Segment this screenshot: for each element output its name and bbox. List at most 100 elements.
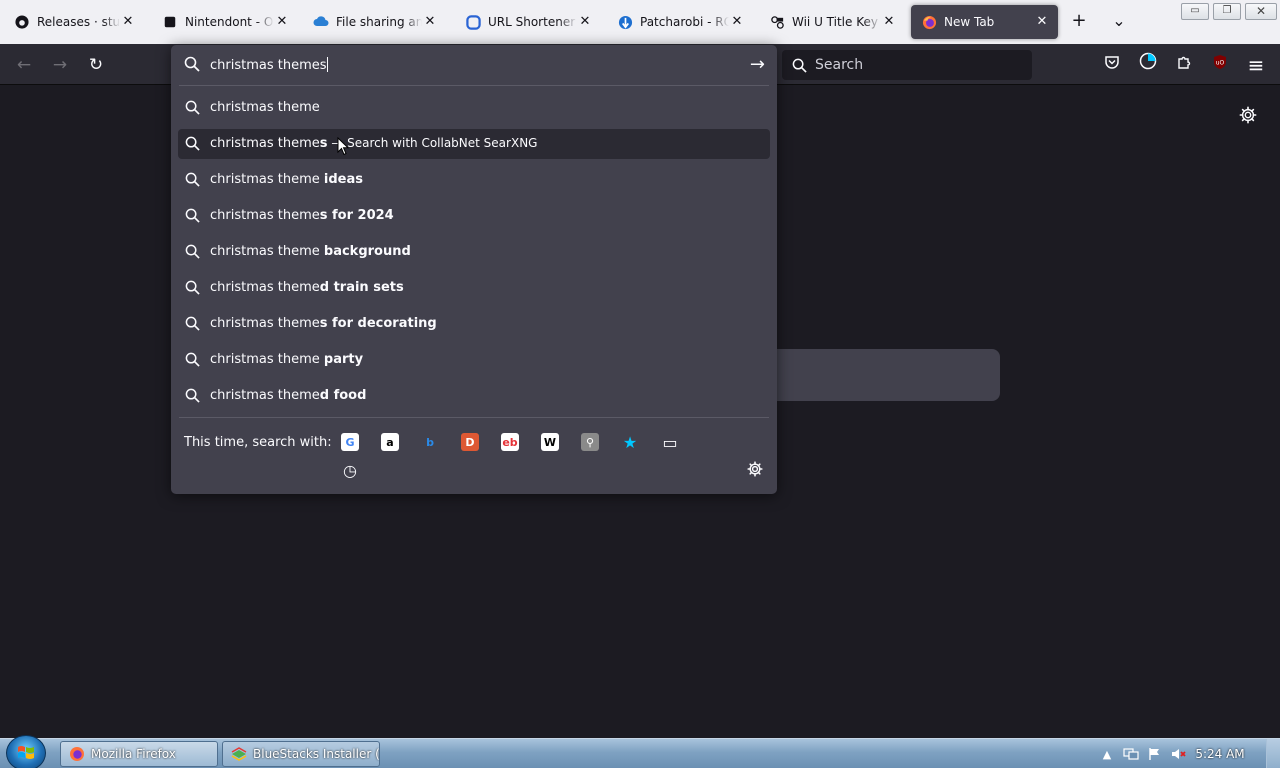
puzzle-icon xyxy=(1178,56,1191,69)
divider xyxy=(179,417,769,418)
app-menu-button[interactable]: ≡ xyxy=(1243,52,1269,78)
suggestion-completion-text: d train sets xyxy=(319,280,404,295)
suggestion-row[interactable]: christmas themes for 2024 xyxy=(178,201,770,231)
tab-url-shortener[interactable]: URL Shortener ✕ xyxy=(455,5,601,39)
suggestion-completion-text: s for decorating xyxy=(319,316,437,331)
firefox-icon xyxy=(69,746,85,762)
tab-title: New Tab xyxy=(944,15,995,29)
newtab-settings-gear-icon[interactable] xyxy=(1239,106,1259,126)
back-button[interactable]: ← xyxy=(11,52,37,78)
wikipedia-engine-icon[interactable]: W xyxy=(541,433,559,451)
tab-close-button[interactable]: ✕ xyxy=(120,14,136,30)
suggestion-completion-text: background xyxy=(323,244,411,259)
suggestion-row[interactable]: christmas theme background xyxy=(178,237,770,267)
suggestion-completion-text: ideas xyxy=(323,172,363,187)
ublock-origin-button[interactable]: uO xyxy=(1207,52,1233,78)
search-icon xyxy=(185,316,200,331)
search-icon xyxy=(185,172,200,187)
suggestion-text: christmas themed food xyxy=(210,388,366,403)
tab-file-sharing[interactable]: File sharing and st ✕ xyxy=(303,5,446,39)
suggestion-row[interactable]: christmas theme party xyxy=(178,345,770,375)
suggestion-completion-text: party xyxy=(323,352,364,367)
action-center-flag-icon[interactable] xyxy=(1146,745,1164,763)
go-button[interactable]: → xyxy=(750,54,765,76)
suggestion-typed-text: christmas theme xyxy=(210,244,324,259)
system-tray: ▲ xyxy=(1098,745,1188,763)
tab-close-button[interactable]: ✕ xyxy=(1034,14,1050,30)
tab-close-button[interactable]: ✕ xyxy=(577,14,593,30)
taskbar-clock[interactable]: 5:24 AM xyxy=(1190,747,1250,761)
url-shortener-icon xyxy=(465,14,481,30)
search-icon xyxy=(185,280,200,295)
restore-button[interactable]: ❐ xyxy=(1213,3,1241,20)
suggestion-row[interactable]: christmas themed food xyxy=(178,381,770,411)
suggestion-text: christmas themed train sets xyxy=(210,280,404,295)
pocket-icon xyxy=(1105,56,1119,69)
suggestion-row[interactable]: christmas themes for decorating xyxy=(178,309,770,339)
taskbar-item-bluestacks[interactable]: BlueStacks Installer (... xyxy=(222,741,380,767)
mouse-pointer-icon xyxy=(337,137,349,156)
searxng-engine-icon[interactable]: ⚲ xyxy=(581,433,599,451)
suggestion-typed-text: christmas theme xyxy=(210,316,320,331)
tab-nintendont[interactable]: Nintendont - Ope ✕ xyxy=(152,5,298,39)
forward-button[interactable]: → xyxy=(47,52,73,78)
show-desktop-button[interactable] xyxy=(1266,739,1280,768)
tab-close-button[interactable]: ✕ xyxy=(729,14,745,30)
oneoff-search-label: This time, search with: xyxy=(184,435,332,450)
bing-engine-icon[interactable]: b xyxy=(421,433,439,451)
bookmarks-icon[interactable]: ★ xyxy=(621,433,639,452)
search-bar[interactable]: Search xyxy=(782,50,1032,80)
list-all-tabs-button[interactable]: ⌄ xyxy=(1107,10,1131,34)
suggestion-typed-text: christmas theme xyxy=(210,100,320,115)
account-sync-icon xyxy=(1139,52,1157,70)
search-settings-gear-icon[interactable] xyxy=(747,461,765,479)
suggestion-row[interactable]: christmas theme xyxy=(178,93,770,123)
window-close-button[interactable]: ✕ xyxy=(1245,3,1277,20)
address-bar-value: christmas themes xyxy=(210,58,327,73)
suggestion-text: christmas themes — Search with CollabNet… xyxy=(210,136,537,151)
address-bar-input[interactable]: christmas themes → xyxy=(171,45,777,85)
suggestion-typed-text: christmas theme xyxy=(210,280,320,295)
tabs-icon[interactable]: ▭ xyxy=(661,433,679,452)
suggestion-row[interactable]: christmas theme ideas xyxy=(178,165,770,195)
svg-text:uO: uO xyxy=(1216,60,1225,67)
tab-close-button[interactable]: ✕ xyxy=(422,14,438,30)
suggestion-typed-text: christmas theme xyxy=(210,172,324,187)
pocket-button[interactable] xyxy=(1099,52,1125,78)
account-button[interactable] xyxy=(1135,52,1161,78)
search-icon xyxy=(185,352,200,367)
tab-wiiu-title-key[interactable]: Wii U Title Key Da ✕ xyxy=(759,5,905,39)
firefox-icon xyxy=(921,14,937,30)
suggestion-completion-text: s for 2024 xyxy=(319,208,394,223)
taskbar-item-firefox[interactable]: Mozilla Firefox xyxy=(60,741,218,767)
suggestion-text: christmas theme ideas xyxy=(210,172,363,187)
search-icon xyxy=(184,56,200,72)
volume-muted-icon[interactable] xyxy=(1170,745,1188,763)
tab-new-tab[interactable]: New Tab ✕ xyxy=(911,5,1058,39)
newtab-search-box[interactable] xyxy=(777,349,1000,401)
minimize-button[interactable]: ▭ xyxy=(1181,3,1209,20)
tab-patcharobi[interactable]: Patcharobi - ROM ✕ xyxy=(607,5,753,39)
tab-releases[interactable]: Releases · stuff-by ✕ xyxy=(4,5,144,39)
suggestion-completion-text: s xyxy=(319,136,328,151)
start-button[interactable] xyxy=(6,735,46,768)
network-icon[interactable] xyxy=(1122,745,1140,763)
suggestion-text: christmas theme xyxy=(210,100,320,115)
google-engine-icon[interactable]: G xyxy=(341,433,359,451)
suggestion-completion-text: d food xyxy=(319,388,367,403)
address-bar-popup: christmas themes → christmas theme christ… xyxy=(171,45,777,494)
show-hidden-icons-icon[interactable]: ▲ xyxy=(1098,745,1116,763)
ebay-engine-icon[interactable]: eb xyxy=(501,433,519,451)
history-icon[interactable]: ◷ xyxy=(341,461,359,480)
tab-close-button[interactable]: ✕ xyxy=(274,14,290,30)
reload-button[interactable]: ↻ xyxy=(83,52,109,78)
tab-close-button[interactable]: ✕ xyxy=(881,14,897,30)
extensions-button[interactable] xyxy=(1171,52,1197,78)
amazon-engine-icon[interactable]: a xyxy=(381,433,399,451)
suggestion-row[interactable]: christmas themes — Search with CollabNet… xyxy=(178,129,770,159)
search-bar-placeholder: Search xyxy=(815,57,864,73)
suggestion-row[interactable]: christmas themed train sets xyxy=(178,273,770,303)
new-tab-button[interactable]: + xyxy=(1067,10,1091,34)
suggestion-action-text: — Search with CollabNet SearXNG xyxy=(327,136,538,150)
duckduckgo-engine-icon[interactable]: D xyxy=(461,433,479,451)
